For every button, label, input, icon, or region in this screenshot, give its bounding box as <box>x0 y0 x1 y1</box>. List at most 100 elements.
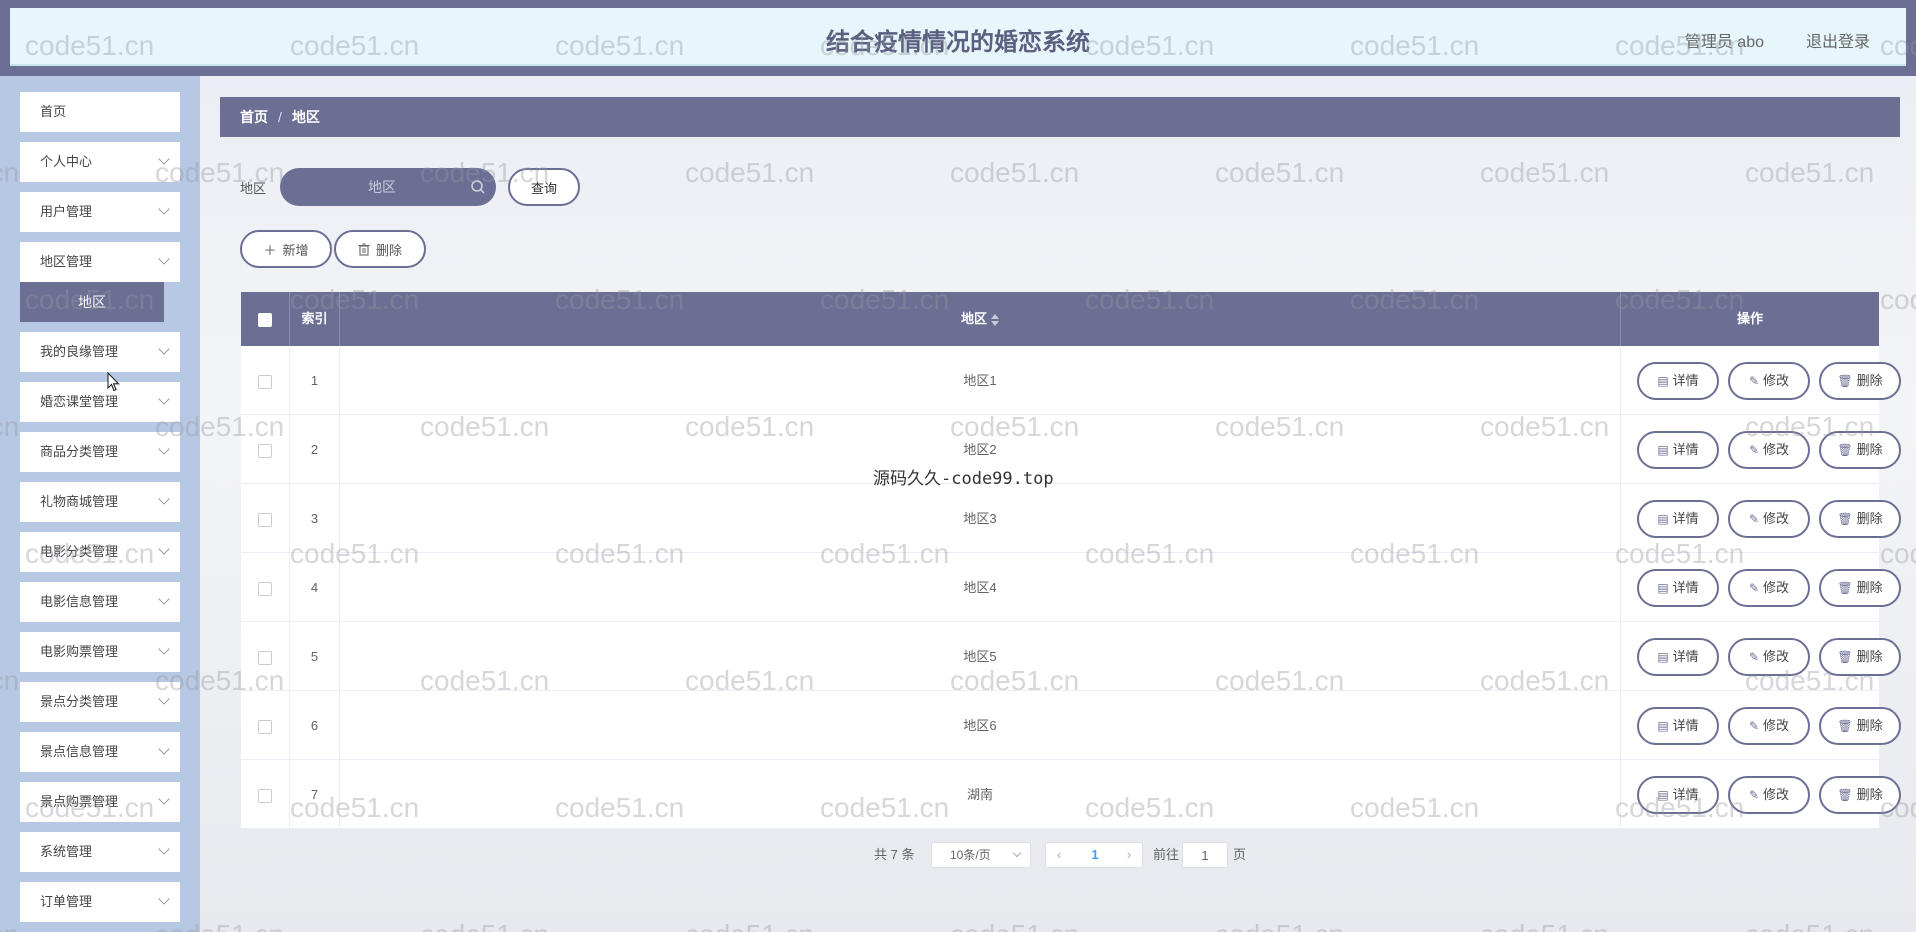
goto-page-input[interactable] <box>1182 842 1228 868</box>
search-input[interactable] <box>280 168 496 206</box>
edit-button[interactable]: ✎ 修改 <box>1728 431 1810 469</box>
trash-icon: 🗑 <box>1837 512 1853 526</box>
sidebar-item-scenic-category[interactable]: 景点分类管理 <box>20 682 180 722</box>
sidebar-item-goods-category[interactable]: 商品分类管理 <box>20 432 180 472</box>
sidebar-item-gift-mall[interactable]: 礼物商城管理 <box>20 482 180 522</box>
row-select-cell[interactable] <box>241 622 290 691</box>
edit-button[interactable]: ✎ 修改 <box>1728 569 1810 607</box>
chevron-down-icon <box>158 893 170 905</box>
document-icon: ▤ <box>1657 788 1669 802</box>
detail-button[interactable]: ▤ 详情 <box>1637 638 1719 676</box>
edit-label: 修改 <box>1763 787 1790 802</box>
sidebar-item-movie-category[interactable]: 电影分类管理 <box>20 532 180 572</box>
row-select-cell[interactable] <box>241 760 290 829</box>
logout-link[interactable]: 退出登录 <box>1806 28 1870 52</box>
detail-label: 详情 <box>1672 580 1699 595</box>
sidebar-item-scenic-tickets[interactable]: 景点购票管理 <box>20 782 180 822</box>
delete-button[interactable]: 🗑 删除 <box>1819 431 1901 469</box>
row-select-cell[interactable] <box>241 415 290 484</box>
detail-button[interactable]: ▤ 详情 <box>1637 707 1719 745</box>
watermark-text: code51.cn <box>1880 284 1916 315</box>
sidebar-item-personal-center[interactable]: 个人中心 <box>20 142 180 182</box>
detail-button[interactable]: ▤ 详情 <box>1637 362 1719 400</box>
page-number[interactable]: 1 <box>1082 843 1108 867</box>
sidebar-item-regions[interactable]: 地区管理 <box>20 242 180 282</box>
detail-button[interactable]: ▤ 详情 <box>1637 776 1719 814</box>
sidebar-item-label: 用户管理 <box>40 204 93 219</box>
row-area: 地区1 <box>340 346 1621 415</box>
detail-button[interactable]: ▤ 详情 <box>1637 569 1719 607</box>
row-checkbox[interactable] <box>258 719 272 734</box>
sidebar-item-home[interactable]: 首页 <box>20 92 180 132</box>
header-area[interactable]: 地区 <box>340 292 1621 346</box>
row-actions: ▤ 详情 ✎ 修改 🗑 删除 <box>1621 415 1901 484</box>
delete-button[interactable]: 🗑 删除 <box>1819 707 1901 745</box>
sort-icon[interactable] <box>991 313 999 326</box>
row-checkbox[interactable] <box>258 512 272 527</box>
delete-button[interactable]: 🗑 删除 <box>1819 569 1901 607</box>
row-area: 地区3 <box>340 484 1621 553</box>
edit-button[interactable]: ✎ 修改 <box>1728 707 1810 745</box>
edit-label: 修改 <box>1763 580 1790 595</box>
watermark-text: code51.cn <box>1215 157 1345 188</box>
edit-button[interactable]: ✎ 修改 <box>1728 776 1810 814</box>
row-select-cell[interactable] <box>241 691 290 760</box>
row-select-cell[interactable] <box>241 484 290 553</box>
breadcrumb-home[interactable]: 首页 <box>240 109 268 125</box>
document-icon: ▤ <box>1657 719 1669 733</box>
document-icon: ▤ <box>1657 512 1669 526</box>
sidebar-item-movie-info[interactable]: 电影信息管理 <box>20 582 180 622</box>
sidebar-item-movie-tickets[interactable]: 电影购票管理 <box>20 632 180 672</box>
document-icon: ▤ <box>1657 581 1669 595</box>
sidebar-item-label: 系统管理 <box>40 844 93 859</box>
sidebar-item-label: 婚恋课堂管理 <box>40 394 119 409</box>
sidebar-subitem-region[interactable]: 地区 <box>20 282 164 322</box>
add-button[interactable]: ＋ 新增 <box>240 230 332 268</box>
row-area: 地区4 <box>340 553 1621 622</box>
row-checkbox[interactable] <box>258 443 272 458</box>
select-all-checkbox[interactable] <box>258 312 272 327</box>
detail-button[interactable]: ▤ 详情 <box>1637 431 1719 469</box>
row-checkbox[interactable] <box>258 374 272 389</box>
sidebar-item-marriage-class[interactable]: 婚恋课堂管理 <box>20 382 180 422</box>
row-checkbox[interactable] <box>258 650 272 665</box>
sidebar-item-scenic-info[interactable]: 景点信息管理 <box>20 732 180 772</box>
edit-button[interactable]: ✎ 修改 <box>1728 638 1810 676</box>
delete-button[interactable]: 🗑 删除 <box>1819 638 1901 676</box>
table-header: 索引 地区 操作 <box>241 292 1879 346</box>
delete-button[interactable]: 🗑 删除 <box>1819 776 1901 814</box>
sidebar-item-my-matches[interactable]: 我的良缘管理 <box>20 332 180 372</box>
watermark-text: code51.cn <box>1745 157 1875 188</box>
page-size-value: 10条/页 <box>950 848 991 862</box>
prev-page-button[interactable]: ‹ <box>1046 843 1072 867</box>
row-select-cell[interactable] <box>241 553 290 622</box>
row-checkbox[interactable] <box>258 788 272 803</box>
row-actions: ▤ 详情 ✎ 修改 🗑 删除 <box>1621 622 1901 691</box>
sidebar-item-orders[interactable]: 订单管理 <box>20 882 180 922</box>
data-table: 索引 地区 操作 1 地区1 ▤ 详情 ✎ 修改 🗑 删除 2 地区2 ▤ 详情 ✎ 修改 🗑 删除 3 地区3 ▤… <box>241 292 1901 829</box>
edit-button[interactable]: ✎ 修改 <box>1728 500 1810 538</box>
edit-button[interactable]: ✎ 修改 <box>1728 362 1810 400</box>
detail-button[interactable]: ▤ 详情 <box>1637 500 1719 538</box>
delete-button[interactable]: 🗑 删除 <box>1819 500 1901 538</box>
row-checkbox[interactable] <box>258 581 272 596</box>
row-area: 地区5 <box>340 622 1621 691</box>
search-field[interactable] <box>280 168 496 206</box>
sidebar-item-label: 我的良缘管理 <box>40 344 119 359</box>
sidebar-item-users[interactable]: 用户管理 <box>20 192 180 232</box>
detail-label: 详情 <box>1672 373 1699 388</box>
search-label: 地区 <box>240 181 267 196</box>
sidebar-item-system[interactable]: 系统管理 <box>20 832 180 872</box>
query-button[interactable]: 查询 <box>508 168 580 206</box>
header-select-all[interactable] <box>241 292 290 346</box>
search-icon[interactable] <box>470 179 486 195</box>
row-select-cell[interactable] <box>241 346 290 415</box>
page-size-select[interactable]: 10条/页 <box>931 842 1031 868</box>
row-index: 5 <box>290 622 340 691</box>
next-page-button[interactable]: › <box>1116 843 1142 867</box>
document-icon: ▤ <box>1657 374 1669 388</box>
batch-delete-button[interactable]: 删除 <box>334 230 426 268</box>
row-actions: ▤ 详情 ✎ 修改 🗑 删除 <box>1621 760 1901 829</box>
row-actions: ▤ 详情 ✎ 修改 🗑 删除 <box>1621 553 1901 622</box>
delete-button[interactable]: 🗑 删除 <box>1819 362 1901 400</box>
